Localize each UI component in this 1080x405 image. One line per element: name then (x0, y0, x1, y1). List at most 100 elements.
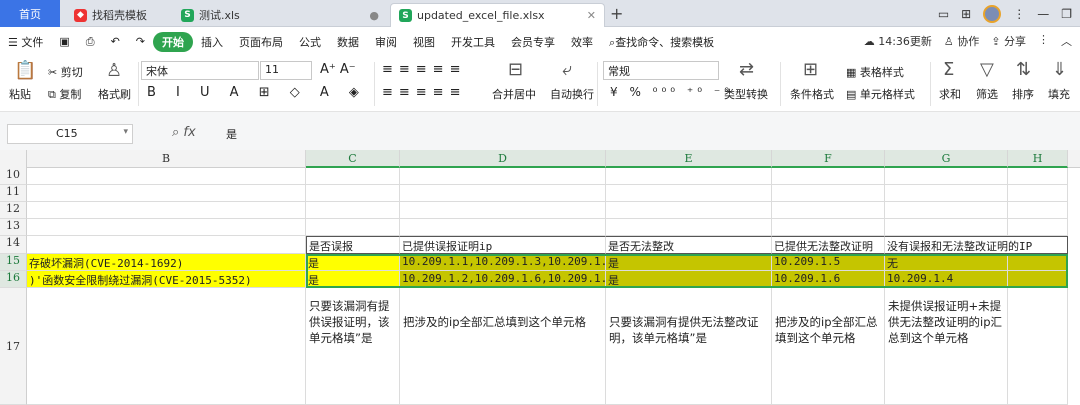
chevron-down-icon[interactable]: ▾ (123, 127, 128, 137)
cell[interactable] (400, 219, 606, 236)
collab-button[interactable]: ♙ 协作 (944, 33, 979, 49)
cell-g16[interactable]: 10.209.1.4 (885, 271, 1008, 288)
grow-font-icon[interactable]: A⁺ A⁻ (320, 62, 356, 77)
cell[interactable] (772, 185, 885, 202)
header-cell-f[interactable]: 已提供无法整改证明 (772, 236, 885, 254)
cell[interactable] (27, 185, 306, 202)
cell-g17[interactable]: 未提供误报证明+未提供无法整改证明的ip汇总到这个单元格 (885, 288, 1008, 405)
cell-c16[interactable]: 是 (306, 271, 400, 288)
cell-style-button[interactable]: ▤ 单元格样式 (846, 86, 915, 102)
cell-e17[interactable]: 只要该漏洞有提供无法整改证明，该单元格填”是 (606, 288, 772, 405)
fill-icon[interactable]: ⇓ (1052, 59, 1067, 80)
collapse-icon[interactable]: ︿ (1061, 33, 1072, 49)
sum-button[interactable]: 求和 (939, 86, 961, 102)
table-style-button[interactable]: ▦ 表格样式 (846, 64, 904, 80)
menu-vip[interactable]: 会员专享 (503, 34, 563, 50)
cell[interactable] (885, 202, 1008, 219)
new-tab-icon[interactable]: + (610, 4, 623, 23)
copy-button[interactable]: ⧉ 复制 (48, 86, 81, 102)
fx-icon[interactable]: ⌕ fx (172, 125, 196, 140)
avatar[interactable] (983, 5, 1002, 23)
font-name-select[interactable]: 宋体 (141, 61, 259, 80)
cell[interactable] (27, 202, 306, 219)
cell[interactable] (306, 219, 400, 236)
cell-b16[interactable]: )'函数安全限制绕过漏洞(CVE-2015-5352) (27, 271, 306, 288)
paste-button[interactable]: 粘贴 (9, 86, 31, 102)
dot-icon[interactable]: ● (369, 9, 379, 22)
cell[interactable] (1008, 168, 1068, 185)
update-status[interactable]: ☁ 14:36更新 (864, 33, 932, 49)
cell[interactable] (606, 219, 772, 236)
share-button[interactable]: ⇪ 分享 (991, 33, 1026, 49)
row-header[interactable]: 10 (0, 168, 27, 185)
menu-developer[interactable]: 开发工具 (443, 34, 503, 50)
cell-f17[interactable]: 把涉及的ip全部汇总填到这个单元格 (772, 288, 885, 405)
menu-data[interactable]: 数据 (329, 34, 367, 50)
col-header-b[interactable]: B (27, 150, 306, 168)
menu-page-layout[interactable]: 页面布局 (231, 34, 291, 50)
row-header[interactable]: 13 (0, 219, 27, 236)
cell[interactable] (27, 236, 306, 254)
cell[interactable] (606, 168, 772, 185)
row-header[interactable]: 12 (0, 202, 27, 219)
select-all-corner[interactable] (0, 150, 27, 168)
type-convert-button[interactable]: 类型转换 (724, 86, 768, 102)
cell[interactable] (772, 202, 885, 219)
fill-button[interactable]: 填充 (1048, 86, 1070, 102)
close-icon[interactable]: ✕ (587, 9, 596, 22)
row-header[interactable]: 15 (0, 254, 27, 271)
cell[interactable] (885, 219, 1008, 236)
cell-f15[interactable]: 10.209.1.5 (772, 254, 885, 271)
col-header-h[interactable]: H (1008, 150, 1068, 168)
paste-icon[interactable]: 📋 (14, 60, 36, 81)
sort-button[interactable]: 排序 (1012, 86, 1034, 102)
cell[interactable] (772, 219, 885, 236)
header-cell-e[interactable]: 是否无法整改 (606, 236, 772, 254)
merge-icon[interactable]: ⊟ (508, 59, 523, 80)
cell[interactable] (306, 185, 400, 202)
cell-e15[interactable]: 是 (606, 254, 772, 271)
number-format-select[interactable]: 常规 (603, 61, 719, 80)
row-header[interactable]: 11 (0, 185, 27, 202)
sort-icon[interactable]: ⇅ (1016, 59, 1031, 80)
print-icon[interactable]: ⎙ (78, 35, 103, 49)
menu-formula[interactable]: 公式 (291, 34, 329, 50)
cell[interactable] (1008, 185, 1068, 202)
row-header[interactable]: 17 (0, 288, 27, 405)
col-header-f[interactable]: F (772, 150, 885, 168)
font-style-buttons[interactable]: B I U A ⊞ ◇ A ◈ (147, 85, 367, 100)
layout-icon[interactable]: ▭ (938, 7, 949, 21)
redo-icon[interactable]: ↷ (128, 35, 153, 48)
restore-icon[interactable]: ❐ (1061, 7, 1072, 21)
cell[interactable] (772, 168, 885, 185)
font-size-select[interactable]: 11 (260, 61, 312, 80)
name-box[interactable]: C15 ▾ (7, 124, 133, 144)
header-cell-g[interactable]: 没有误报和无法整改证明的IP (885, 236, 1068, 254)
cell-g15[interactable]: 无 (885, 254, 1008, 271)
cell[interactable] (1008, 202, 1068, 219)
cell-d16[interactable]: 10.209.1.2,10.209.1.6,10.209.1.8 (400, 271, 606, 288)
cell-h17[interactable] (1008, 288, 1068, 405)
cond-format-button[interactable]: 条件格式 (790, 86, 834, 102)
menu-insert[interactable]: 插入 (193, 34, 231, 50)
cell[interactable] (885, 168, 1008, 185)
cell[interactable] (27, 219, 306, 236)
menu-icon[interactable]: ⋮ (1013, 7, 1025, 21)
grid-icon[interactable]: ⊞ (961, 7, 971, 21)
cut-button[interactable]: ✂ 剪切 (48, 64, 83, 80)
cell-b15[interactable]: 存破坏漏洞(CVE-2014-1692) (27, 254, 306, 271)
cell[interactable] (400, 168, 606, 185)
filter-button[interactable]: 筛选 (976, 86, 998, 102)
format-painter-icon[interactable]: ♙ (106, 60, 122, 81)
align-icons[interactable]: ≡≡≡≡≡ (382, 85, 466, 100)
menu-efficiency[interactable]: 效率 (563, 34, 601, 50)
undo-icon[interactable]: ↶ (103, 35, 128, 48)
tab-home[interactable]: 首页 (0, 0, 60, 27)
cell-h15[interactable] (1008, 254, 1068, 271)
merge-button[interactable]: 合并居中 (492, 86, 536, 102)
cell-d17[interactable]: 把涉及的ip全部汇总填到这个单元格 (400, 288, 606, 405)
sum-icon[interactable]: Σ (943, 59, 954, 80)
formula-input[interactable]: 是 (226, 126, 237, 142)
number-format-icons[interactable]: ¥ % ⁰⁰⁰ ⁺⁰ ⁻⁰ (610, 85, 733, 99)
menu-review[interactable]: 审阅 (367, 34, 405, 50)
